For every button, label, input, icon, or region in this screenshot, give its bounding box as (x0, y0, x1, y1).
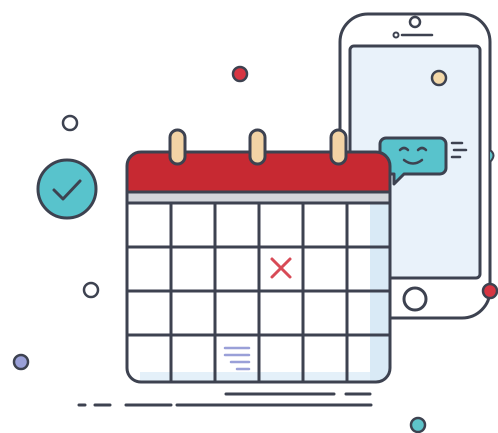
phone-sensor-dot (392, 31, 400, 39)
calendar-ring-3 (329, 128, 348, 166)
decor-dot-purple (12, 353, 30, 371)
calendar-phone-illustration (12, 12, 498, 433)
calendar-ring-2 (248, 128, 267, 166)
decor-dot-red (231, 65, 249, 83)
phone-camera-icon (408, 15, 422, 29)
decor-dot-white-2 (82, 281, 100, 299)
decor-dot-red-edge (481, 282, 498, 300)
decor-dot-white-1 (61, 114, 79, 132)
phone-home-button (402, 286, 428, 312)
phone-side-button (489, 149, 495, 163)
calendar-header-band (127, 192, 390, 203)
decor-dot-teal (409, 416, 427, 433)
decor-dot-cream-screen (430, 69, 448, 87)
ground-line (77, 392, 373, 407)
check-badge-icon (36, 158, 98, 220)
calendar (125, 128, 392, 384)
calendar-ring-1 (168, 128, 187, 166)
illustration-canvas (0, 0, 498, 433)
